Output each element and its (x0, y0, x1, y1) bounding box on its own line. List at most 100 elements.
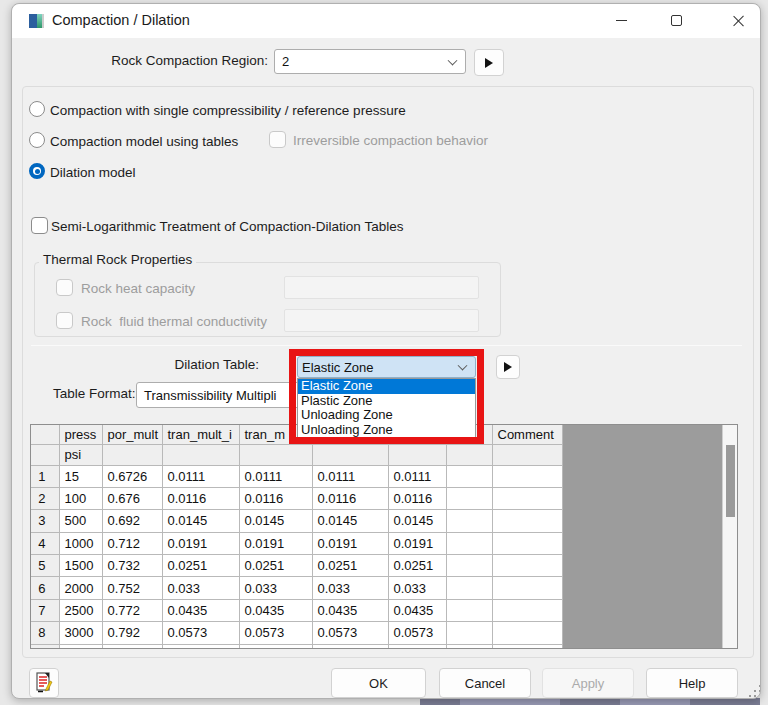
dilation-play-button[interactable] (496, 355, 520, 379)
table-cell[interactable] (492, 644, 562, 649)
dropdown-option[interactable]: Unloading Zone (298, 423, 475, 438)
table-cell[interactable]: 3000 (59, 622, 102, 644)
table-cell[interactable]: 0.676 (102, 487, 162, 509)
table-cell[interactable]: 0.0191 (239, 532, 312, 554)
table-cell[interactable]: 100 (59, 487, 102, 509)
notes-button[interactable] (29, 668, 59, 698)
table-cell[interactable]: 0.033 (312, 577, 388, 599)
region-combobox[interactable]: 2 (274, 49, 466, 74)
table-cell[interactable] (492, 622, 562, 644)
table-cell[interactable]: 1000 (59, 532, 102, 554)
table-cell[interactable]: 0.0116 (239, 487, 312, 509)
dropdown-option[interactable]: Plastic Zone (298, 394, 475, 409)
table-cell[interactable]: 0.0116 (162, 487, 239, 509)
help-button[interactable]: Help (646, 668, 738, 698)
close-button[interactable] (723, 4, 753, 37)
minimize-button[interactable] (606, 4, 636, 37)
table-cell[interactable]: 0.0191 (312, 532, 388, 554)
table-cell[interactable]: 0.0191 (388, 532, 446, 554)
table-cell[interactable]: 0.0435 (388, 599, 446, 621)
table-cell[interactable]: 2000 (59, 577, 102, 599)
table-cell[interactable]: 0.0111 (388, 465, 446, 487)
table-cell[interactable]: 0.732 (102, 555, 162, 577)
table-cell[interactable] (446, 577, 492, 599)
table-cell[interactable]: 0.0435 (162, 599, 239, 621)
table-cell[interactable] (446, 510, 492, 532)
table-cell[interactable]: 1500 (59, 555, 102, 577)
table-cell[interactable]: 0.0191 (162, 532, 239, 554)
table-cell[interactable] (102, 644, 162, 649)
table-cell[interactable] (446, 622, 492, 644)
table-cell[interactable]: 0.712 (102, 532, 162, 554)
cancel-button[interactable]: Cancel (439, 668, 531, 698)
table-cell[interactable]: 4 (31, 532, 59, 554)
table-cell[interactable]: 0.6726 (102, 465, 162, 487)
table-cell[interactable]: 0.692 (102, 510, 162, 532)
table-cell[interactable]: 500 (59, 510, 102, 532)
table-cell[interactable]: 0.0573 (239, 622, 312, 644)
table-cell[interactable] (388, 644, 446, 649)
table-cell[interactable] (446, 487, 492, 509)
table-cell[interactable]: 0.0145 (312, 510, 388, 532)
table-cell[interactable]: 0.752 (102, 577, 162, 599)
table-cell[interactable] (59, 644, 102, 649)
table-cell[interactable] (492, 555, 562, 577)
table-cell[interactable] (446, 644, 492, 649)
table-cell[interactable]: 0.0145 (162, 510, 239, 532)
table-cell[interactable]: 0.0435 (239, 599, 312, 621)
table-cell[interactable] (492, 510, 562, 532)
table-cell[interactable] (492, 599, 562, 621)
table-cell[interactable] (162, 644, 239, 649)
table-cell[interactable]: 0.0251 (312, 555, 388, 577)
table-cell[interactable] (239, 644, 312, 649)
maximize-button[interactable] (661, 4, 691, 37)
table-cell[interactable] (31, 644, 59, 649)
table-cell[interactable]: 0.033 (388, 577, 446, 599)
radio-single-compressibility[interactable] (29, 101, 45, 117)
ok-button[interactable]: OK (331, 668, 426, 698)
table-cell[interactable] (312, 644, 388, 649)
table-cell[interactable]: 0.0145 (388, 510, 446, 532)
table-cell[interactable] (492, 577, 562, 599)
titlebar[interactable]: Compaction / Dilation (12, 4, 760, 38)
table-cell[interactable]: 0.0116 (312, 487, 388, 509)
table-cell[interactable]: 0.0251 (388, 555, 446, 577)
table-cell[interactable]: 7 (31, 599, 59, 621)
table-cell[interactable]: 1 (31, 465, 59, 487)
table-cell[interactable]: 0.033 (239, 577, 312, 599)
table-cell[interactable] (446, 599, 492, 621)
table-cell[interactable] (446, 555, 492, 577)
table-cell[interactable] (446, 532, 492, 554)
table-cell[interactable]: 2 (31, 487, 59, 509)
table-cell[interactable]: 0.0573 (162, 622, 239, 644)
table-cell[interactable]: 15 (59, 465, 102, 487)
table-cell[interactable]: 0.792 (102, 622, 162, 644)
dilation-table-combobox[interactable]: Elastic Zone (297, 356, 476, 378)
dilation-data-table[interactable]: presspor_multtran_mult_itran_mCommentpsi… (30, 424, 738, 649)
table-cell[interactable]: 0.0145 (239, 510, 312, 532)
table-scrollbar[interactable] (722, 425, 737, 648)
table-cell[interactable] (492, 487, 562, 509)
table-cell[interactable] (446, 465, 492, 487)
table-cell[interactable]: 0.0251 (239, 555, 312, 577)
table-cell[interactable]: 0.033 (162, 577, 239, 599)
resize-grip[interactable] (749, 685, 761, 698)
semilog-checkbox[interactable] (31, 217, 48, 234)
table-cell[interactable]: 0.772 (102, 599, 162, 621)
dropdown-option[interactable]: Unloading Zone (298, 408, 475, 423)
table-cell[interactable]: 5 (31, 555, 59, 577)
dilation-table-dropdown[interactable]: Elastic ZonePlastic ZoneUnloading ZoneUn… (297, 378, 476, 439)
region-play-button[interactable] (474, 49, 504, 76)
table-cell[interactable]: 0.0116 (388, 487, 446, 509)
table-cell[interactable]: 0.0573 (388, 622, 446, 644)
table-cell[interactable]: 0.0435 (312, 599, 388, 621)
table-cell[interactable] (492, 465, 562, 487)
table-cell[interactable]: 3 (31, 510, 59, 532)
radio-dilation-model[interactable] (29, 163, 45, 179)
table-cell[interactable]: 0.0111 (162, 465, 239, 487)
table-cell[interactable]: 0.0111 (239, 465, 312, 487)
table-cell[interactable]: 0.0251 (162, 555, 239, 577)
table-scrollbar-thumb[interactable] (726, 445, 735, 517)
radio-compaction-tables[interactable] (29, 132, 45, 148)
dropdown-option[interactable]: Elastic Zone (298, 379, 475, 394)
